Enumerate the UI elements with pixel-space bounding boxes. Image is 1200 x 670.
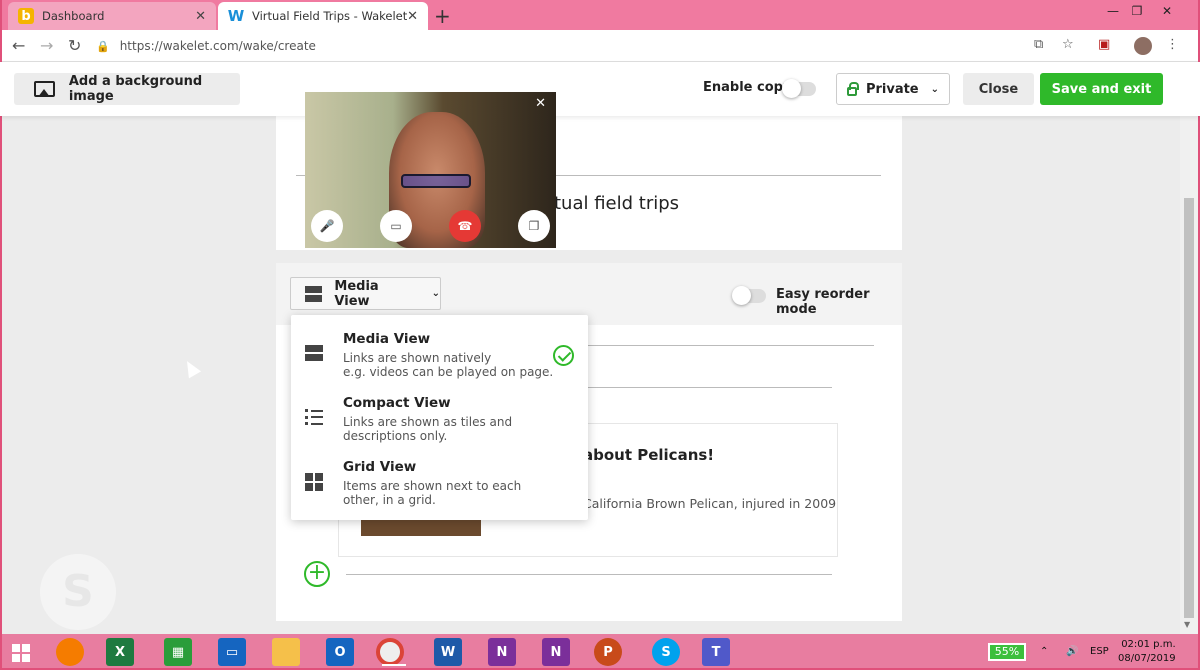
menu-item-grid-view[interactable]: Grid View Items are shown next to each o… <box>291 459 588 521</box>
grid-view-icon <box>305 473 323 491</box>
menu-item-description: Items are shown next to each other, in a… <box>343 479 522 507</box>
wakelet-header: Add a background image Enable copy Priva… <box>0 62 1200 116</box>
menu-item-media-view[interactable]: Media View Links are shown natively e.g.… <box>291 331 588 393</box>
popout-icon: ❐ <box>528 219 540 233</box>
video-call-window[interactable]: ✕ 🎤 ▭ ☎ ❐ <box>305 92 556 248</box>
end-call-button[interactable]: ☎ <box>449 210 481 242</box>
save-and-exit-button[interactable]: Save and exit <box>1040 73 1163 105</box>
menu-item-label: Compact View <box>343 395 451 411</box>
image-icon <box>34 81 55 97</box>
menu-item-description: Links are shown natively e.g. videos can… <box>343 351 554 379</box>
microphone-icon: 🎤 <box>319 219 335 233</box>
chevron-down-icon: ⌄ <box>930 83 940 95</box>
hang-up-icon: ☎ <box>457 219 473 233</box>
menu-item-compact-view[interactable]: Compact View Links are shown as tiles an… <box>291 395 588 457</box>
compact-view-icon <box>305 409 323 425</box>
menu-item-description: Links are shown as tiles and description… <box>343 415 513 443</box>
video-camera-icon: ▭ <box>390 219 402 233</box>
close-video-icon[interactable]: ✕ <box>535 96 546 111</box>
webcam-glasses <box>401 174 471 188</box>
camera-button[interactable]: ▭ <box>380 210 412 242</box>
add-background-image-button[interactable]: Add a background image <box>14 73 240 105</box>
close-button[interactable]: Close <box>963 73 1034 105</box>
privacy-label: Private <box>865 81 919 97</box>
enable-copy-toggle[interactable] <box>782 79 816 98</box>
media-view-icon <box>305 345 323 361</box>
checkmark-icon <box>553 345 574 366</box>
microphone-button[interactable]: 🎤 <box>311 210 343 242</box>
menu-item-label: Grid View <box>343 459 417 475</box>
view-dropdown-menu: Media View Links are shown natively e.g.… <box>291 315 588 520</box>
popout-button[interactable]: ❐ <box>518 210 550 242</box>
menu-item-label: Media View <box>343 331 431 347</box>
privacy-dropdown[interactable]: Private ⌄ <box>836 73 950 105</box>
lock-icon <box>846 81 859 96</box>
add-background-label: Add a background image <box>68 74 203 104</box>
enable-copy-label: Enable copy <box>703 80 792 95</box>
